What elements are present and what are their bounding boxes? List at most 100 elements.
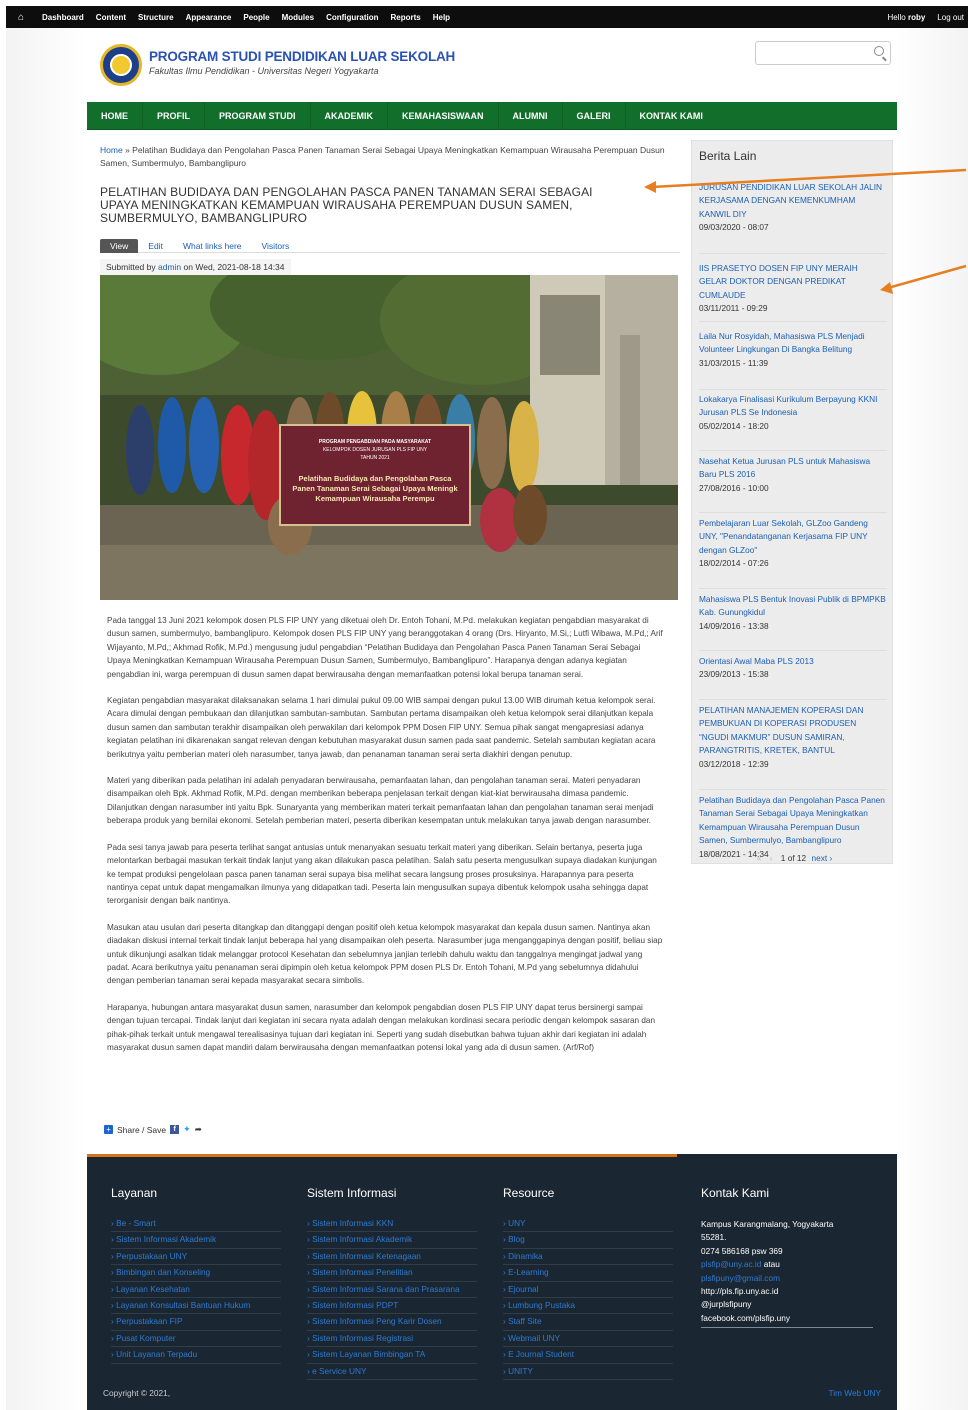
footer-link[interactable]: Sistem Informasi Akademik [307,1232,477,1249]
article-paragraph: Pada sesi tanya jawab para peserta terli… [107,842,657,906]
footer-link[interactable]: Sistem Informasi PDPT [307,1298,477,1315]
article-paragraph: Harapanya, hubungan antara masyarakat du… [107,1002,656,1052]
twitter-icon[interactable]: ✦ [183,1124,191,1135]
news-item-link[interactable]: Pembelajaran Luar Sekolah, GLZoo Gandeng… [699,518,868,555]
footer-link[interactable]: Pusat Komputer [111,1331,281,1348]
contact-email-link-2[interactable]: plsfipuny@gmail.com [701,1272,873,1285]
main-content: Home » Pelatihan Budidaya dan Pengolahan… [100,144,680,1135]
footer-column-title: Layanan [111,1186,158,1200]
author-link[interactable]: admin [158,262,181,272]
footer-link[interactable]: Lumbung Pustaka [503,1298,673,1315]
footer-link[interactable]: E-Learning [503,1265,673,1282]
footer-link[interactable]: Staff Site [503,1314,673,1331]
contact-phone: 0274 586168 psw 369 [701,1245,783,1256]
facebook-icon[interactable]: f [170,1125,180,1134]
footer-link[interactable]: Sistem Informasi Akademik [111,1232,281,1249]
annotation-arrows [644,168,967,294]
footer-link[interactable]: Sistem Informasi Peng Karir Dosen [307,1314,477,1331]
university-logo[interactable] [100,44,142,86]
admin-menu-people[interactable]: People [237,13,275,22]
search-input[interactable] [756,42,866,64]
admin-menu-appearance[interactable]: Appearance [180,13,238,22]
article-photo: PROGRAM PENGABDIAN PADA MASYARAKAT KELOM… [100,275,678,600]
search-icon[interactable] [874,46,884,56]
nav-home[interactable]: HOME [87,101,143,130]
footer-link[interactable]: Sistem Informasi Sarana dan Prasarana [307,1282,477,1299]
news-item-link[interactable]: Laila Nur Rosyidah, Mahasiswa PLS Menjad… [699,331,865,354]
tab-edit[interactable]: Edit [138,239,173,253]
site-name[interactable]: PROGRAM STUDI PENDIDIKAN LUAR SEKOLAH [149,49,455,64]
add-to-any-icon[interactable]: + [104,1125,113,1134]
nav-alumni[interactable]: ALUMNI [499,101,563,130]
admin-menu-modules[interactable]: Modules [276,13,320,22]
credits-link[interactable]: Tim Web UNY [828,1388,881,1398]
news-item-link[interactable]: Lokakarya Finalisasi Kurikulum Berpayung… [699,394,877,417]
footer-link[interactable]: Sistem Informasi Ketenagaan [307,1249,477,1266]
admin-menu-help[interactable]: Help [427,13,456,22]
breadcrumb-home-link[interactable]: Home [100,145,123,155]
tab-what-links-here[interactable]: What links here [173,239,252,253]
footer-link[interactable]: Layanan Kesehatan [111,1282,281,1299]
banner-line-3: TAHUN 2021 [360,455,390,461]
annotation-arrowhead [644,181,656,193]
site-slogan: Fakultas Ilmu Pendidikan - Universitas N… [149,66,379,76]
footer-link[interactable]: Sistem Informasi Penelitian [307,1265,477,1282]
nav-kemahasiswaan[interactable]: KEMAHASISWAAN [388,101,499,130]
footer-link[interactable]: Sistem Informasi KKN [307,1216,477,1233]
footer-link[interactable]: Webmail UNY [503,1331,673,1348]
footer-link[interactable]: Be - Smart [111,1216,281,1233]
nav-program-studi[interactable]: PROGRAM STUDI [205,101,311,130]
home-icon[interactable]: ⌂ [6,12,36,23]
news-item-link[interactable]: PELATIHAN MANAJEMEN KOPERASI DAN PEMBUKU… [699,705,863,755]
sidebar-pager: « ‹ 1 of 12 next › [692,853,894,863]
footer-link[interactable]: Perpustakaan UNY [111,1249,281,1266]
contact-email-link[interactable]: plsfip@uny.ac.id [701,1259,761,1269]
pager-next-link[interactable]: next › [811,853,832,863]
footer-link[interactable]: Bimbingan dan Konseling [111,1265,281,1282]
nav-galeri[interactable]: GALERI [563,101,626,130]
banner-line-2: KELOMPOK DOSEN JURUSAN PLS FIP UNY [323,447,428,453]
node-tabs: View Edit What links here Visitors [100,238,680,253]
nav-akademik[interactable]: AKADEMIK [311,101,388,130]
news-item-date: 18/02/2014 - 07:26 [699,558,769,569]
footer-link[interactable]: Dinamika [503,1249,673,1266]
nav-kontak-kami[interactable]: KONTAK KAMI [626,102,717,130]
footer-link[interactable]: Perpustakaan FIP [111,1314,281,1331]
username-link[interactable]: roby [908,13,925,22]
tab-visitors[interactable]: Visitors [252,239,300,253]
nav-profil[interactable]: PROFIL [143,101,205,130]
share-arrow-icon[interactable]: ➦ [195,1124,202,1135]
banner-line-1: PROGRAM PENGABDIAN PADA MASYARAKAT [319,439,431,445]
footer-link[interactable]: e Service UNY [307,1364,477,1381]
footer-link[interactable]: Ejournal [503,1282,673,1299]
admin-menu-reports[interactable]: Reports [385,13,427,22]
footer-column-sistem-informasi: Sistem Informasi Sistem Informasi KKN Si… [307,1186,477,1381]
admin-menu-structure[interactable]: Structure [132,13,180,22]
main-navigation: HOME PROFIL PROGRAM STUDI AKADEMIK KEMAH… [87,101,897,130]
news-item-link[interactable]: Mahasiswa PLS Bentuk Inovasi Publik di B… [699,594,886,617]
tab-view[interactable]: View [100,238,139,253]
footer-link[interactable]: UNY [503,1216,673,1233]
news-item-date: 05/02/2014 - 18:20 [699,420,769,431]
footer-link[interactable]: E Journal Student [503,1347,673,1364]
footer-link[interactable]: Layanan Konsultasi Bantuan Hukum [111,1298,281,1315]
news-item-link[interactable]: Nasehat Ketua Jurusan PLS untuk Mahasisw… [699,456,870,479]
admin-menu-configuration[interactable]: Configuration [320,13,384,22]
footer-link[interactable]: UNITY [503,1364,673,1381]
news-item-date: 03/11/2011 - 09:29 [699,303,768,314]
logout-link[interactable]: Log out [931,13,968,22]
share-save-link[interactable]: Share / Save [117,1125,166,1135]
footer-link-list: Sistem Informasi KKN Sistem Informasi Ak… [307,1216,477,1381]
news-item-link[interactable]: Pelatihan Budidaya dan Pengolahan Pasca … [699,795,885,845]
admin-menu-content[interactable]: Content [90,13,132,22]
footer-link[interactable]: Blog [503,1232,673,1249]
footer-link[interactable]: Sistem Layanan Bimbingan TA [307,1347,477,1364]
news-item: Pelatihan Budidaya dan Pengolahan Pasca … [699,794,887,893]
contact-address: Kampus Karangmalang, Yogyakarta [701,1219,834,1229]
footer-link[interactable]: Unit Layanan Terpadu [111,1347,281,1364]
news-item-link[interactable]: Orientasi Awal Maba PLS 2013 [699,656,814,666]
admin-menu-dashboard[interactable]: Dashboard [36,13,90,22]
site-footer: Layanan Be - Smart Sistem Informasi Akad… [87,1154,897,1410]
footer-link[interactable]: Sistem Informasi Registrasi [307,1331,477,1348]
news-item: Pembelajaran Luar Sekolah, GLZoo Gandeng… [699,517,887,589]
